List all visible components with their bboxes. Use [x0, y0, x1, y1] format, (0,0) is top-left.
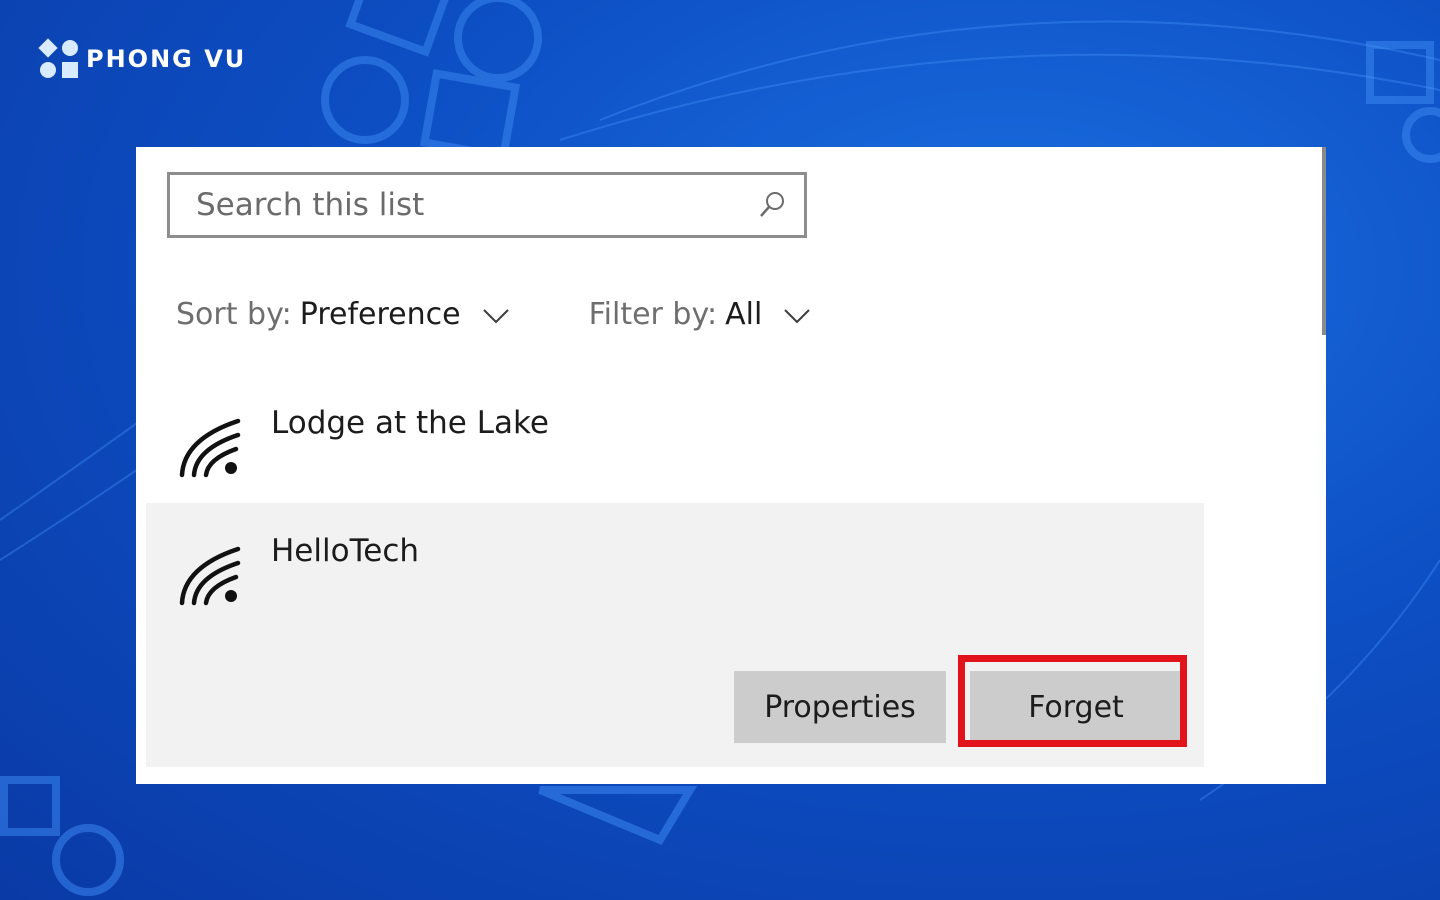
- filter-value: All: [725, 297, 763, 332]
- search-input[interactable]: Search this list: [167, 172, 807, 238]
- scrollbar[interactable]: [1322, 147, 1326, 335]
- network-list-item[interactable]: Lodge at the Lake: [146, 395, 1204, 503]
- chevron-down-icon: [482, 308, 509, 323]
- network-list-item-selected[interactable]: HelloTech Properties Forget: [146, 503, 1204, 767]
- manage-known-networks-panel: Search this list Sort by: Preference Fil…: [136, 147, 1326, 784]
- brand-name: PHONG VU: [86, 45, 247, 73]
- sort-filter-bar: Sort by: Preference Filter by: All: [176, 297, 812, 332]
- search-icon[interactable]: [756, 189, 788, 221]
- filter-dropdown[interactable]: Filter by: All: [589, 297, 813, 332]
- search-placeholder: Search this list: [196, 187, 425, 223]
- chevron-down-icon: [784, 308, 811, 323]
- network-name: Lodge at the Lake: [271, 405, 549, 441]
- highlight-box: [958, 655, 1187, 747]
- wifi-icon: [179, 546, 241, 606]
- sort-dropdown[interactable]: Sort by: Preference: [176, 297, 511, 332]
- sort-label: Sort by:: [176, 297, 292, 332]
- sort-value: Preference: [299, 297, 461, 332]
- logo-mark-icon: [38, 38, 78, 78]
- brand-logo: PHONG VU: [38, 38, 247, 78]
- filter-label: Filter by:: [588, 297, 718, 332]
- wifi-icon: [179, 418, 241, 478]
- network-name: HelloTech: [271, 533, 420, 569]
- properties-button[interactable]: Properties: [734, 671, 946, 743]
